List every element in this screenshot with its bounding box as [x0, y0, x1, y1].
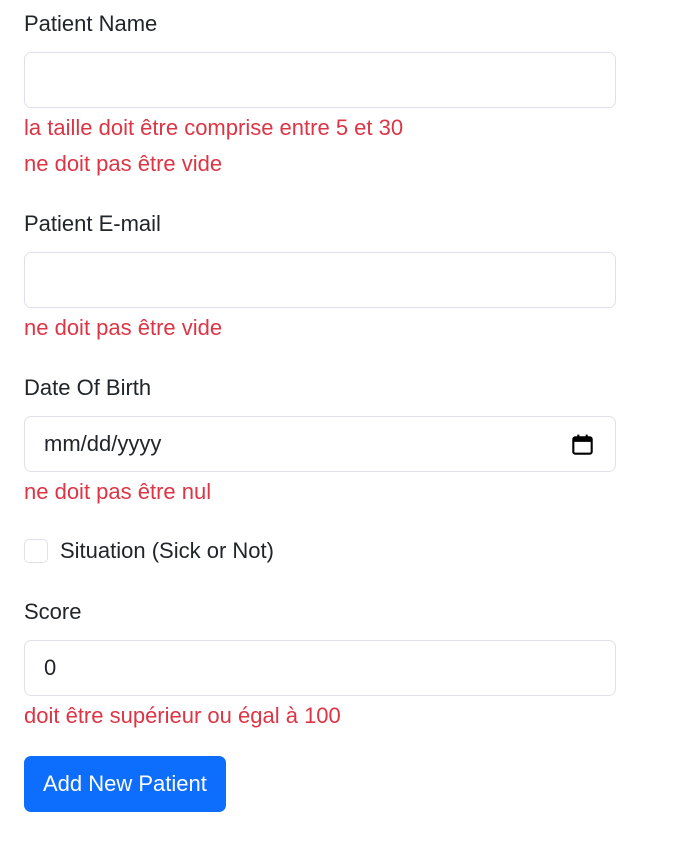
score-error-min: doit être supérieur ou égal à 100 [24, 703, 341, 728]
date-of-birth-placeholder: mm/dd/yyyy [44, 431, 162, 456]
patient-email-input[interactable] [24, 252, 616, 308]
situation-label: Situation (Sick or Not) [60, 538, 274, 563]
score-label: Score [24, 599, 82, 624]
add-new-patient-button[interactable]: Add New Patient [24, 756, 226, 812]
situation-row: Situation (Sick or Not) [24, 538, 274, 564]
situation-checkbox[interactable] [24, 539, 48, 563]
calendar-icon[interactable] [572, 434, 593, 455]
score-input[interactable]: 0 [24, 640, 616, 696]
patient-name-label: Patient Name [24, 11, 158, 36]
date-of-birth-input[interactable]: mm/dd/yyyy [24, 416, 616, 472]
patient-name-error-size: la taille doit être comprise entre 5 et … [24, 115, 404, 140]
patient-email-label: Patient E-mail [24, 211, 161, 236]
date-of-birth-label: Date Of Birth [24, 375, 152, 400]
patient-name-error-empty: ne doit pas être vide [24, 151, 223, 176]
score-value: 0 [44, 655, 57, 680]
date-of-birth-error-null: ne doit pas être nul [24, 479, 212, 504]
patient-email-error-empty: ne doit pas être vide [24, 315, 223, 340]
patient-name-input[interactable] [24, 52, 616, 108]
